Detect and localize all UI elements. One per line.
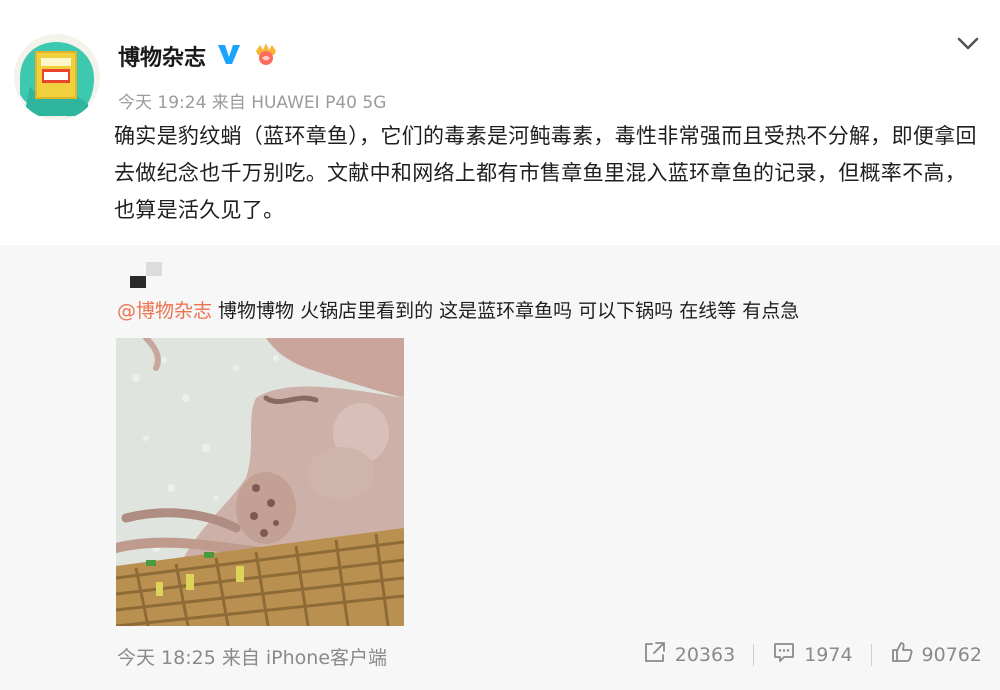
- quoted-text: @博物杂志 博物博物 火锅店里看到的 这是蓝环章鱼吗 可以下锅吗 在线等 有点急: [117, 296, 799, 323]
- divider: [870, 643, 872, 666]
- comment-icon: [772, 640, 796, 669]
- quoted-time-meta: 今天 18:25 来自 iPhone客户端: [117, 647, 388, 669]
- like-count: 90762: [921, 643, 982, 666]
- chevron-down-icon[interactable]: [954, 30, 982, 58]
- magazine-avatar-icon: [14, 34, 100, 120]
- redacted-username-icon: [128, 262, 168, 294]
- comment-button[interactable]: 1974: [772, 640, 853, 669]
- divider: [753, 643, 755, 666]
- author-name[interactable]: 博物杂志: [118, 40, 206, 72]
- repost-icon: [643, 640, 667, 669]
- like-button[interactable]: 90762: [890, 640, 982, 669]
- author-avatar[interactable]: [14, 34, 100, 120]
- post-text: 确实是豹纹蛸（蓝环章鱼），它们的毒素是河鲀毒素，毒性非常强而且受热不分解，即便拿…: [114, 124, 977, 222]
- mention-link[interactable]: @博物杂志: [117, 300, 212, 322]
- weibo-post: 博物杂志 今天 19:24 来自 HUAWEI P40 5G 确实是豹纹蛸（蓝环…: [0, 0, 1000, 245]
- action-bar: 20363 1974 90762: [643, 640, 982, 669]
- verified-v-icon: [216, 42, 242, 70]
- comment-count: 1974: [804, 643, 853, 666]
- octopus-basket-photo[interactable]: [116, 338, 404, 626]
- repost-count: 20363: [674, 643, 736, 666]
- post-time-meta: 今天 19:24 来自 HUAWEI P40 5G: [118, 93, 387, 113]
- author-row: 博物杂志: [118, 40, 280, 72]
- quoted-body: 博物博物 火锅店里看到的 这是蓝环章鱼吗 可以下锅吗 在线等 有点急: [212, 300, 800, 322]
- crown-member-icon[interactable]: [252, 41, 280, 71]
- repost-button[interactable]: 20363: [643, 640, 735, 669]
- thumbs-up-icon: [890, 640, 914, 669]
